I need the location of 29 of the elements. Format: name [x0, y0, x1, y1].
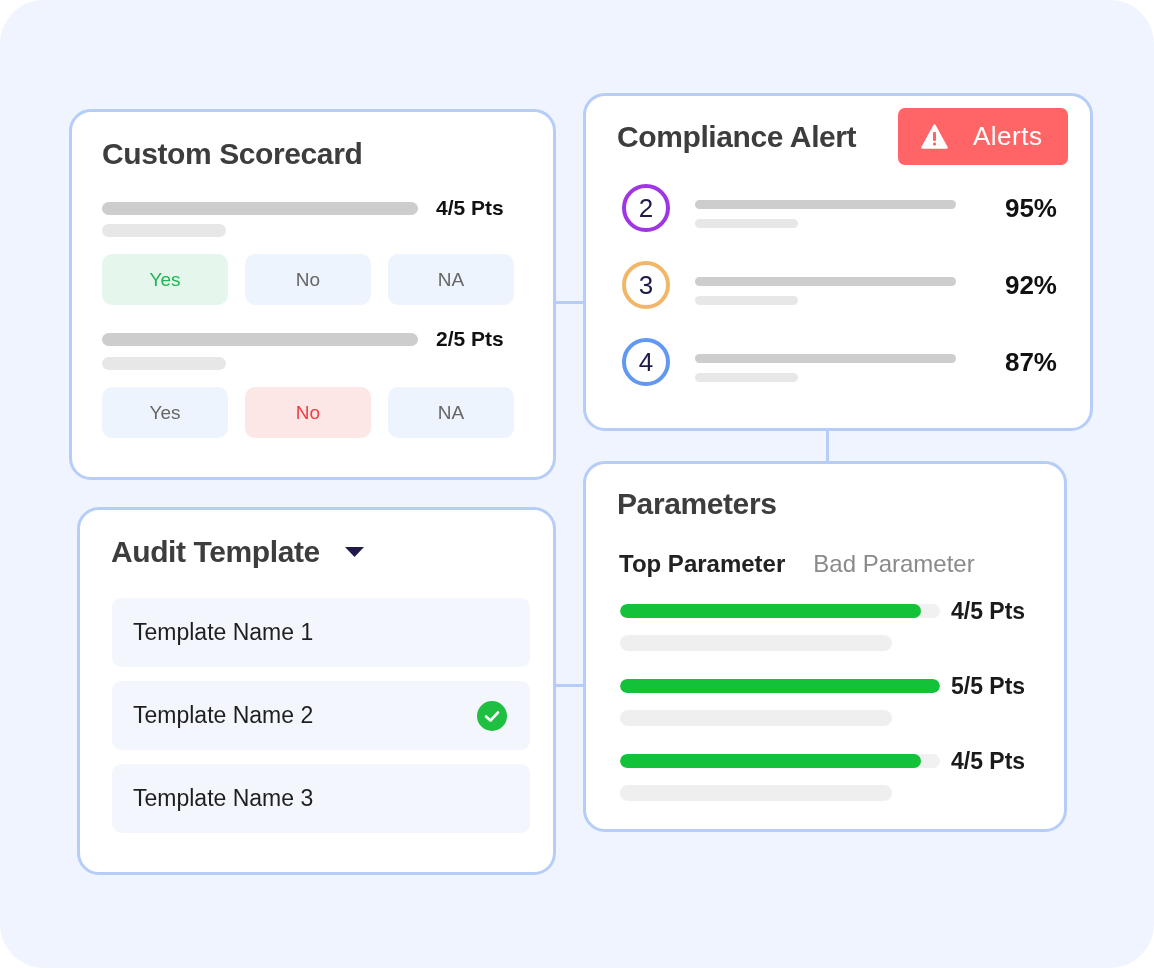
card-title: Audit Template: [111, 534, 320, 570]
number-ring: 4: [622, 338, 670, 386]
template-item[interactable]: Template Name 3: [112, 764, 530, 833]
template-item[interactable]: Template Name 1: [112, 598, 530, 667]
answer-button[interactable]: No: [245, 387, 371, 438]
number-ring: 3: [622, 261, 670, 309]
answer-button[interactable]: NA: [388, 387, 514, 438]
answer-button[interactable]: Yes: [102, 387, 228, 438]
points-label: 2/5 Pts: [436, 327, 504, 351]
caret-icon[interactable]: [344, 547, 364, 557]
alerts-button[interactable]: Alerts: [898, 108, 1068, 165]
score-text: 95%: [1004, 193, 1057, 223]
score-text: 92%: [1004, 270, 1057, 300]
warning-icon: [921, 124, 948, 149]
card-title: Custom Scorecard: [102, 136, 363, 172]
parameter-tab[interactable]: Top Parameter: [619, 550, 786, 578]
points-label: 4/5 Pts: [436, 196, 504, 220]
template-item[interactable]: Template Name 2: [112, 681, 530, 750]
number-ring: 2: [622, 184, 670, 232]
check-icon: [477, 700, 507, 731]
score-text: 87%: [1004, 347, 1057, 377]
card-title: Compliance Alert: [617, 118, 857, 155]
answer-button[interactable]: NA: [388, 254, 514, 305]
points-label: 4/5 Pts: [951, 748, 1026, 774]
card-title: Parameters: [617, 486, 777, 522]
answer-button[interactable]: No: [245, 254, 371, 305]
parameter-tab[interactable]: Bad Parameter: [813, 550, 975, 578]
points-label: 5/5 Pts: [951, 673, 1026, 699]
points-label: 4/5 Pts: [951, 598, 1026, 624]
